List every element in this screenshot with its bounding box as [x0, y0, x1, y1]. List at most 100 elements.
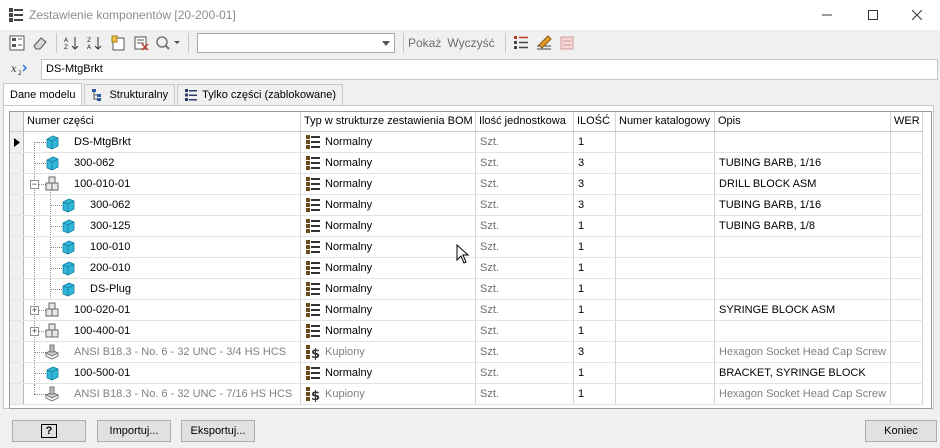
bom-type-cell[interactable]: $ Kupiony [301, 384, 476, 404]
sort-ascending-button[interactable]: AZ [61, 32, 83, 54]
show-button[interactable]: Pokaż [408, 36, 441, 50]
part-number-cell[interactable]: +100-400-01 [24, 321, 301, 341]
revision-cell[interactable] [891, 279, 923, 299]
unit-qty-cell[interactable]: Szt. [476, 195, 574, 215]
qty-cell[interactable]: 1 [574, 279, 616, 299]
catalog-number-cell[interactable] [616, 153, 715, 173]
part-number-cell[interactable]: DS-MtgBrkt [24, 132, 301, 152]
catalog-number-cell[interactable] [616, 279, 715, 299]
bom-type-cell[interactable]: Normalny [301, 195, 476, 215]
table-row[interactable]: 100-500-01 Normalny Szt. 1 BRACKET, SYRINGE … [10, 363, 923, 384]
bom-type-cell[interactable]: Normalny [301, 216, 476, 236]
part-number-cell[interactable]: 200-010 [24, 258, 301, 278]
unit-qty-cell[interactable]: Szt. [476, 174, 574, 194]
qty-cell[interactable]: 1 [574, 300, 616, 320]
catalog-number-cell[interactable] [616, 342, 715, 362]
qty-cell[interactable]: 3 [574, 195, 616, 215]
description-cell[interactable]: Hexagon Socket Head Cap Screw [715, 342, 891, 362]
qty-cell[interactable]: 1 [574, 132, 616, 152]
disabled-tool-button[interactable] [556, 32, 578, 54]
description-cell[interactable]: SYRINGE BLOCK ASM [715, 300, 891, 320]
part-number-cell[interactable]: +100-020-01 [24, 300, 301, 320]
qty-cell[interactable]: 1 [574, 237, 616, 257]
bom-type-cell[interactable]: Normalny [301, 237, 476, 257]
table-row[interactable]: +100-400-01 Normalny Szt. 1 [10, 321, 923, 342]
unit-qty-cell[interactable]: Szt. [476, 237, 574, 257]
row-selector[interactable] [10, 342, 24, 362]
catalog-number-cell[interactable] [616, 384, 715, 404]
qty-cell[interactable]: 1 [574, 384, 616, 404]
revision-cell[interactable] [891, 237, 923, 257]
col-header-revision[interactable]: WER [891, 112, 923, 131]
expand-toggle[interactable]: + [30, 306, 39, 315]
part-number-cell[interactable]: 100-500-01 [24, 363, 301, 383]
row-selector[interactable] [10, 363, 24, 383]
catalog-number-cell[interactable] [616, 258, 715, 278]
description-cell[interactable] [715, 258, 891, 278]
eraser-button[interactable] [29, 32, 51, 54]
bom-type-cell[interactable]: Normalny [301, 153, 476, 173]
table-row[interactable]: ANSI B18.3 - No. 6 - 32 UNC - 7/16 HS HC… [10, 384, 923, 405]
table-row[interactable]: − 100-010-01 Normalny Szt. 3 DRILL BLOCK ASM [10, 174, 923, 195]
col-header-unit-qty[interactable]: Ilość jednostkowa [476, 112, 574, 131]
row-selector[interactable] [10, 216, 24, 236]
expand-toggle[interactable]: + [30, 327, 39, 336]
description-cell[interactable]: Hexagon Socket Head Cap Screw [715, 384, 891, 404]
qty-cell[interactable]: 1 [574, 258, 616, 278]
row-selector[interactable] [10, 321, 24, 341]
table-row[interactable]: ANSI B18.3 - No. 6 - 32 UNC - 3/4 HS HCS… [10, 342, 923, 363]
tab-structured[interactable]: Strukturalny [84, 84, 176, 105]
table-row[interactable]: DS-MtgBrkt Normalny Szt. 1 [10, 132, 923, 153]
description-cell[interactable] [715, 132, 891, 152]
description-cell[interactable] [715, 237, 891, 257]
part-number-cell[interactable]: 300-125 [24, 216, 301, 236]
catalog-number-cell[interactable] [616, 300, 715, 320]
description-cell[interactable]: TUBING BARB, 1/8 [715, 216, 891, 236]
revision-cell[interactable] [891, 258, 923, 278]
find-button[interactable] [153, 32, 183, 54]
row-selector[interactable] [10, 153, 24, 173]
catalog-number-cell[interactable] [616, 363, 715, 383]
table-row[interactable]: DS-Plug Normalny Szt. 1 [10, 279, 923, 300]
bom-type-cell[interactable]: Normalny [301, 363, 476, 383]
revision-cell[interactable] [891, 195, 923, 215]
revision-cell[interactable] [891, 300, 923, 320]
catalog-number-cell[interactable] [616, 321, 715, 341]
minimize-button[interactable] [804, 0, 850, 30]
bom-type-cell[interactable]: $ Kupiony [301, 342, 476, 362]
col-header-bom-type[interactable]: Typ w strukturze zestawienia BOM [301, 112, 476, 131]
col-header-catalog-number[interactable]: Numer katalogowy [616, 112, 715, 131]
bom-type-cell[interactable]: Normalny [301, 300, 476, 320]
row-selector[interactable] [10, 174, 24, 194]
part-number-cell[interactable]: ANSI B18.3 - No. 6 - 32 UNC - 7/16 HS HC… [24, 384, 301, 404]
bom-settings-button[interactable] [6, 32, 28, 54]
part-number-cell[interactable]: − 100-010-01 [24, 174, 301, 194]
description-cell[interactable]: TUBING BARB, 1/16 [715, 195, 891, 215]
bom-type-cell[interactable]: Normalny [301, 132, 476, 152]
row-selector[interactable] [10, 279, 24, 299]
description-cell[interactable] [715, 279, 891, 299]
catalog-number-cell[interactable] [616, 174, 715, 194]
catalog-number-cell[interactable] [616, 195, 715, 215]
choose-columns-button[interactable] [107, 32, 129, 54]
clear-button[interactable]: Wyczyść [447, 36, 494, 50]
catalog-number-cell[interactable] [616, 132, 715, 152]
unit-qty-cell[interactable]: Szt. [476, 279, 574, 299]
import-button[interactable]: Importuj... [97, 420, 171, 442]
unit-qty-cell[interactable]: Szt. [476, 153, 574, 173]
renumber-button[interactable] [130, 32, 152, 54]
part-number-cell[interactable]: 300-062 [24, 195, 301, 215]
qty-cell[interactable]: 3 [574, 342, 616, 362]
tab-model-data[interactable]: Dane modelu [3, 83, 83, 106]
tab-parts-only[interactable]: Tylko części (zablokowane) [177, 84, 344, 105]
col-header-description[interactable]: Opis [715, 112, 891, 131]
unit-qty-cell[interactable]: Szt. [476, 321, 574, 341]
maximize-button[interactable] [850, 0, 896, 30]
revision-cell[interactable] [891, 132, 923, 152]
description-cell[interactable] [715, 321, 891, 341]
unit-qty-cell[interactable]: Szt. [476, 258, 574, 278]
col-header-part-number[interactable]: Numer części [24, 112, 301, 131]
export-parts-list-button[interactable] [510, 32, 532, 54]
close-window-button[interactable] [894, 0, 940, 30]
part-number-cell[interactable]: DS-Plug [24, 279, 301, 299]
